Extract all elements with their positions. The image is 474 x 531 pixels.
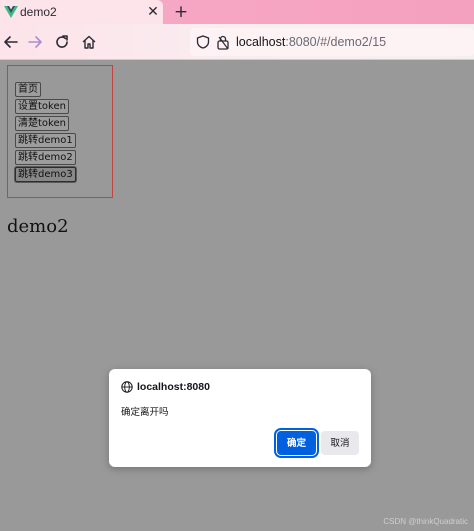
back-button[interactable] [0,31,22,53]
tab-title: demo2 [20,5,57,19]
tracking-protection-shield-icon[interactable] [196,35,210,49]
navigation-toolbar: localhost:8080/#/demo2/15 [0,24,474,60]
goto-demo1-button[interactable]: 跳转demo1 [15,133,76,148]
active-tab[interactable]: demo2 ✕ [0,0,163,24]
tab-close-icon[interactable]: ✕ [145,3,161,21]
page-title: demo2 [7,216,69,237]
dialog-origin: localhost:8080 [137,381,210,393]
url-text[interactable]: localhost:8080/#/demo2/15 [236,35,386,50]
home-page-button[interactable]: 首页 [15,82,41,97]
cancel-button[interactable]: 取消 [321,431,359,455]
home-button[interactable] [78,31,100,53]
url-path: :8080/#/demo2/15 [285,35,387,49]
url-host: localhost [236,35,286,49]
page-info-icon[interactable] [216,34,230,50]
set-token-button[interactable]: 设置token [15,99,69,114]
globe-icon [121,381,133,393]
tab-strip: demo2 ✕ + [0,0,474,24]
dialog-message: 确定离开吗 [121,407,169,418]
clear-token-button[interactable]: 清楚token [15,116,69,131]
leave-confirm-dialog: localhost:8080 确定离开吗 确定 取消 [109,369,371,467]
reload-button[interactable] [51,31,73,53]
forward-button[interactable] [24,31,46,53]
home-icon [82,35,96,49]
url-bar[interactable]: localhost:8080/#/demo2/15 [190,28,474,56]
reload-icon [56,35,68,48]
new-tab-icon[interactable]: + [172,2,190,22]
arrow-left-icon [4,36,18,48]
vue-favicon-icon [4,6,18,18]
arrow-right-icon [28,36,42,48]
ok-button[interactable]: 确定 [274,428,319,458]
goto-demo3-button[interactable]: 跳转demo3 [15,167,76,182]
watermark: CSDN @thinkQuadratic [383,517,468,526]
goto-demo2-button[interactable]: 跳转demo2 [15,150,76,165]
